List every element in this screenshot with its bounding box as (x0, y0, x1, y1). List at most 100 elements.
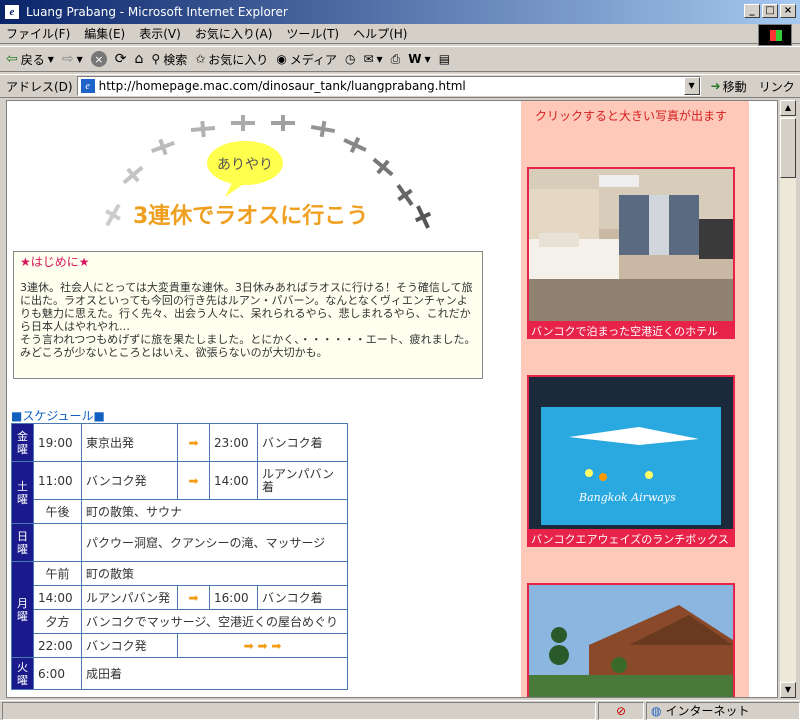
time-cell: 23:00 (209, 423, 258, 462)
edit-button[interactable]: W ▼ (408, 52, 430, 66)
page-banner: ありやり 3連休でラオスに行こう (105, 115, 432, 229)
arrow-icon: ➡ (177, 461, 210, 500)
activity-cell: 町の散策、サウナ (81, 499, 348, 524)
temple-photo (529, 585, 733, 697)
discuss-button[interactable]: ▤ (439, 52, 450, 66)
table-row: 火曜 6:00 成田着 (11, 657, 348, 690)
favorites-button[interactable]: ✩ お気に入り (195, 51, 268, 68)
intro-body: 3連休。社会人にとっては大変貴重な連休。3日休みあればラオスに行ける！そう確信し… (20, 281, 473, 333)
from-cell: バンコク発 (81, 633, 178, 658)
time-cell: 22:00 (33, 633, 82, 658)
time-cell: 11:00 (33, 461, 82, 500)
mail-button[interactable]: ✉ ▼ (363, 52, 382, 66)
activity-cell: パクウー洞窟、クアンシーの滝、マッサージ (81, 523, 348, 562)
stop-button[interactable]: × (90, 51, 107, 67)
day-mon: 月曜 (11, 561, 34, 658)
document-icon: ▤ (438, 52, 451, 66)
table-row: 金曜 19:00 東京出発 ➡ 23:00 バンコク着 (11, 423, 348, 462)
time-cell: 6:00 (33, 657, 82, 690)
hotel-room-photo (529, 169, 733, 321)
home-button[interactable]: ⌂ (135, 51, 144, 67)
privacy-icon: ⊘ (615, 703, 627, 718)
to-cell: ルアンパバン着 (257, 461, 348, 500)
chevron-down-icon: ▼ (47, 54, 54, 64)
go-arrow-icon: ➜ (710, 79, 721, 93)
address-input[interactable]: e http://homepage.mac.com/dinosaur_tank/… (76, 76, 701, 96)
day-tue: 火曜 (11, 657, 34, 690)
vertical-scrollbar[interactable]: ▲ ▼ (780, 100, 796, 698)
bubble-text: ありやり (217, 157, 273, 173)
menu-view[interactable]: 表示(V) (139, 25, 181, 42)
history-button[interactable]: ◷ (345, 52, 355, 66)
day-sat: 土曜 (11, 461, 34, 524)
minimize-button[interactable]: _ (744, 4, 760, 18)
media-label: メディア (289, 52, 337, 67)
back-arrow-icon: ⇦ (6, 51, 18, 67)
scroll-up-button[interactable]: ▲ (780, 100, 796, 116)
activity-cell: 成田着 (81, 657, 348, 690)
stop-icon: × (90, 51, 107, 67)
menu-bar: ファイル(F) 編集(E) 表示(V) お気に入り(A) ツール(T) ヘルプ(… (0, 24, 800, 44)
menu-file[interactable]: ファイル(F) (6, 25, 70, 42)
links-button[interactable]: リンク (759, 78, 795, 95)
arrow-icon: ➡ (177, 585, 210, 610)
table-row: 22:00 バンコク発 ➡ ➡ ➡ (12, 633, 348, 658)
menu-tools[interactable]: ツール(T) (286, 25, 339, 42)
schedule-heading: ■スケジュール■ (11, 409, 105, 423)
search-icon: ⚲ (151, 52, 161, 66)
intro-body-2: そう言われつつもめげずに旅を果たしました。とにかく、・・・・・・エート、疲れまし… (20, 333, 476, 346)
table-row: 夕方 バンコクでマッサージ、空港近くの屋台めぐり (12, 609, 348, 634)
ie-icon: e (4, 4, 20, 20)
media-button[interactable]: ◉ メディア (276, 51, 337, 68)
chevron-down-icon: ▼ (424, 54, 431, 64)
scroll-thumb[interactable] (780, 118, 796, 178)
activity-cell: 町の散策 (81, 561, 348, 586)
menu-favorites[interactable]: お気に入り(A) (195, 25, 273, 42)
table-row: 土曜 11:00 バンコク発 ➡ 14:00 ルアンパバン着 (11, 461, 348, 524)
print-button[interactable]: ⎙ (391, 52, 401, 67)
back-button[interactable]: ⇦ 戻る ▼ (6, 51, 54, 68)
search-label: 検索 (163, 52, 188, 67)
zone-label: インターネット (665, 704, 750, 718)
to-cell: バンコク着 (257, 423, 348, 462)
forward-button[interactable]: ⇨ ▼ (62, 51, 83, 67)
from-cell: バンコク発 (81, 461, 178, 500)
photo-temple[interactable] (527, 583, 735, 697)
mail-icon: ✉ (363, 52, 374, 66)
word-icon: W (408, 52, 422, 66)
day-sun: 日曜 (11, 523, 34, 562)
media-icon: ◉ (276, 52, 287, 66)
from-cell: ルアンパバン発 (81, 585, 178, 610)
windows-logo-icon (758, 24, 792, 46)
favorites-label: お気に入り (208, 52, 269, 67)
address-dropdown[interactable]: ▼ (683, 77, 700, 95)
chevron-down-icon: ▼ (76, 54, 83, 64)
search-button[interactable]: ⚲ 検索 (151, 51, 187, 68)
day-fri: 金曜 (11, 423, 34, 462)
time-cell (33, 523, 82, 562)
lunchbox-photo: Bangkok Airways (529, 377, 733, 529)
intro-heading: ★はじめに★ (20, 255, 90, 269)
maximize-button[interactable]: □ (762, 4, 778, 18)
intro-box: ★はじめに★ 3連休。社会人にとっては大変貴重な連休。3日休みあればラオスに行け… (13, 251, 483, 379)
table-row: 日曜 パクウー洞窟、クアンシーの滝、マッサージ (11, 523, 348, 562)
zone-panel: ◍ インターネット (646, 701, 800, 720)
standard-toolbar: ⇦ 戻る ▼ ⇨ ▼ × ⟳ ⌂ ⚲ 検索 ✩ お気に入り ◉ メディア ◷ ✉ ▼ ⎙… (0, 46, 800, 72)
star-icon: ✩ (195, 52, 206, 66)
page-icon: e (80, 79, 95, 93)
to-cell: バンコク着 (257, 585, 348, 610)
close-button[interactable]: × (780, 4, 796, 18)
time-cell: 19:00 (33, 423, 82, 462)
table-row: 午後 町の散策、サウナ (12, 499, 348, 524)
refresh-button[interactable]: ⟳ (115, 51, 127, 67)
time-cell: 14:00 (209, 461, 258, 500)
photo-lunchbox[interactable]: Bangkok Airways バンコクエアウェイズのランチボックス (527, 375, 735, 547)
go-button[interactable]: ➜ 移動 (711, 78, 747, 95)
menu-edit[interactable]: 編集(E) (84, 25, 125, 42)
photo-hotel[interactable]: バンコクで泊まった空港近くのホテル (527, 167, 735, 339)
schedule-table: 金曜 19:00 東京出発 ➡ 23:00 バンコク着 土曜 11:00 バンコ… (11, 423, 348, 690)
scroll-down-button[interactable]: ▼ (780, 682, 796, 698)
menu-help[interactable]: ヘルプ(H) (353, 25, 407, 42)
forward-arrow-icon: ⇨ (61, 51, 74, 67)
back-label: 戻る (20, 52, 45, 67)
